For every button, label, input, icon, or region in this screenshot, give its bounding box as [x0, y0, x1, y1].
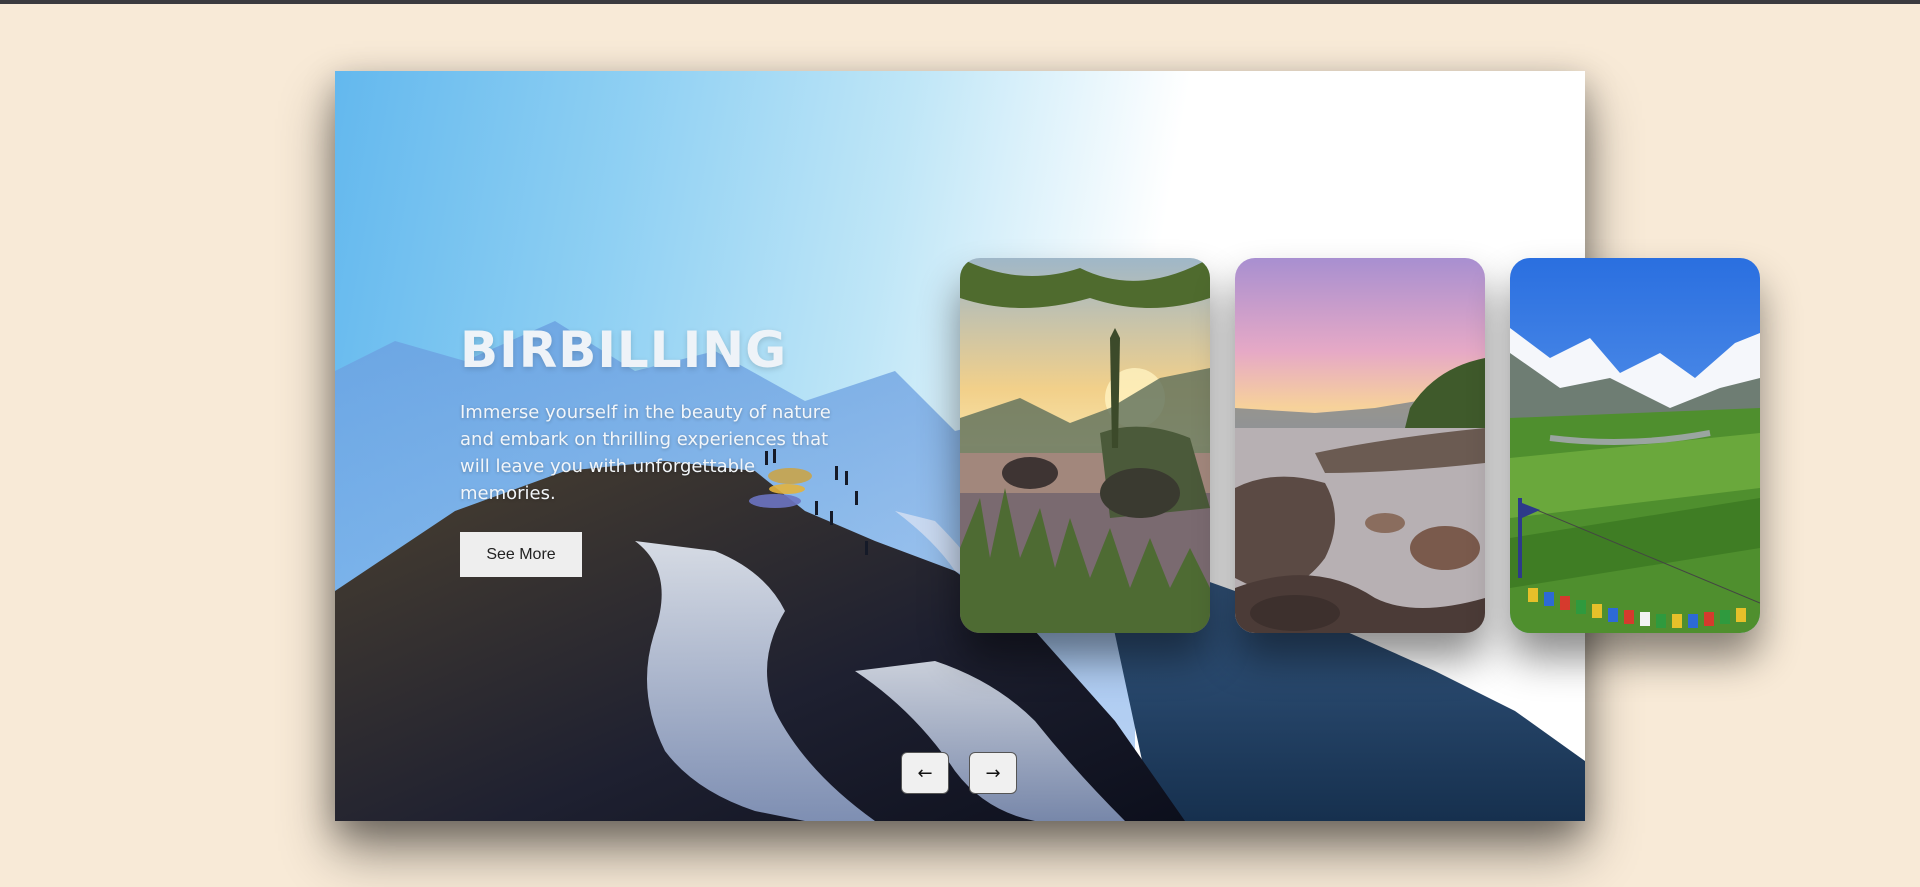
- hero-content: BIRBILLING Immerse yourself in the beaut…: [460, 321, 840, 577]
- arrow-left-icon: ←: [917, 762, 933, 784]
- card-2-image: [1235, 258, 1485, 633]
- hero-title: BIRBILLING: [460, 321, 788, 379]
- browser-top-edge: [0, 0, 1920, 4]
- see-more-button[interactable]: See More: [460, 532, 582, 577]
- hero-description: Immerse yourself in the beauty of nature…: [460, 402, 831, 504]
- destination-card-1[interactable]: [960, 258, 1210, 633]
- next-slide-button[interactable]: →: [969, 752, 1017, 794]
- destination-card-2[interactable]: [1235, 258, 1485, 633]
- arrow-right-icon: →: [985, 762, 1001, 784]
- card-3-image: [1510, 258, 1760, 633]
- slider-container: BIRBILLING Immerse yourself in the beaut…: [335, 71, 1760, 821]
- card-1-image: [960, 258, 1210, 633]
- destination-card-3[interactable]: [1510, 258, 1760, 633]
- prev-slide-button[interactable]: ←: [901, 752, 949, 794]
